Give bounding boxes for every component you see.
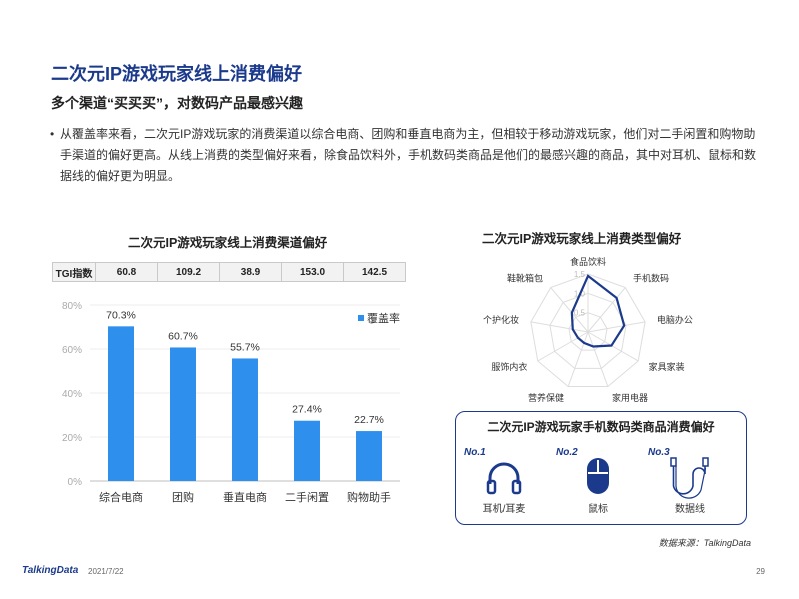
radar-axis-line bbox=[537, 331, 589, 362]
bullet-dot-icon: • bbox=[50, 127, 55, 141]
y-tick-label: 20% bbox=[62, 433, 82, 444]
radar-category-label: 营养保健 bbox=[528, 392, 564, 403]
bar bbox=[356, 431, 382, 481]
data-label: 70.3% bbox=[106, 309, 136, 321]
y-tick-label: 40% bbox=[62, 389, 82, 400]
item-label: 数据线 bbox=[675, 504, 705, 515]
cable-icon bbox=[670, 457, 709, 499]
page-date: 2021/7/22 bbox=[88, 567, 124, 576]
bullet-paragraph: • 从覆盖率来看，二次元IP游戏玩家的消费渠道以综合电商、团购和垂直电商为主，但… bbox=[50, 124, 757, 187]
tgi-cell: 60.8 bbox=[96, 262, 158, 282]
rank-label: No.2 bbox=[556, 447, 578, 458]
bar-chart-title: 二次元IP游戏玩家线上消费渠道偏好 bbox=[128, 236, 328, 250]
radar-category-label: 电脑办公 bbox=[657, 314, 693, 325]
x-tick-label: 团购 bbox=[172, 490, 194, 504]
bar-chart: 0% 20% 40% 60% 80% 70.3% 综合电商 60.7% 团购 55.7% 垂直电商 2… bbox=[62, 301, 400, 504]
data-label: 60.7% bbox=[168, 330, 198, 342]
phone-panel-title: 二次元IP游戏玩家手机数码类商品消费偏好 bbox=[487, 420, 715, 434]
tgi-cell: 38.9 bbox=[220, 262, 282, 282]
data-label: 27.4% bbox=[292, 404, 322, 416]
radar-category-label: 家具家装 bbox=[649, 361, 685, 372]
x-tick-label: 综合电商 bbox=[99, 490, 143, 504]
radar-axis-line bbox=[530, 321, 589, 333]
bar bbox=[232, 358, 258, 481]
radar-category-label: 个护化妆 bbox=[483, 314, 519, 325]
x-tick-label: 购物助手 bbox=[347, 490, 391, 504]
bullet-text: 从覆盖率来看，二次元IP游戏玩家的消费渠道以综合电商、团购和垂直电商为主，但相较… bbox=[60, 127, 757, 183]
phone-digital-panel: 二次元IP游戏玩家手机数码类商品消费偏好 No.1 耳机/耳麦 No.2 鼠标 … bbox=[455, 411, 747, 525]
radar-category-label: 家用电器 bbox=[612, 392, 648, 403]
headphones-icon bbox=[486, 462, 522, 495]
radar-tick-label: 1.5 bbox=[574, 270, 586, 279]
x-tick-label: 垂直电商 bbox=[223, 490, 267, 504]
y-tick-label: 0% bbox=[68, 477, 83, 488]
tgi-cell: 109.2 bbox=[158, 262, 220, 282]
page-number: 29 bbox=[756, 567, 765, 576]
page-subtitle: 多个渠道“买买买”，对数码产品最感兴趣 bbox=[51, 95, 303, 111]
tgi-cell: 142.5 bbox=[344, 262, 406, 282]
radar-category-label: 鞋靴箱包 bbox=[507, 272, 543, 283]
radar-chart: 0.51.01.5食品饮料手机数码电脑办公家具家装家用电器营养保健服饰内衣个护化… bbox=[483, 256, 693, 403]
radar-category-label: 手机数码 bbox=[633, 272, 669, 283]
data-label: 22.7% bbox=[354, 414, 384, 426]
tgi-table: TGI指数 60.8 109.2 38.9 153.0 142.5 bbox=[52, 262, 406, 282]
item-label: 鼠标 bbox=[588, 504, 608, 515]
radar-category-label: 服饰内衣 bbox=[491, 361, 527, 372]
y-tick-label: 80% bbox=[62, 301, 82, 312]
bar bbox=[108, 326, 134, 481]
data-label: 55.7% bbox=[230, 341, 260, 353]
data-source: 数据来源：TalkingData bbox=[658, 538, 751, 548]
brand-logo: TalkingData bbox=[22, 565, 79, 576]
x-tick-label: 二手闲置 bbox=[285, 490, 329, 504]
mouse-icon bbox=[587, 458, 609, 494]
rank-label: No.1 bbox=[464, 447, 486, 458]
legend-label: 覆盖率 bbox=[367, 311, 400, 325]
bar bbox=[294, 420, 320, 481]
y-tick-label: 60% bbox=[62, 345, 82, 356]
tgi-label: TGI指数 bbox=[52, 262, 96, 282]
radar-tick-label: 0.5 bbox=[574, 309, 586, 318]
bar bbox=[170, 347, 196, 481]
item-label: 耳机/耳麦 bbox=[482, 504, 526, 515]
radar-category-label: 食品饮料 bbox=[570, 256, 606, 267]
tgi-cell: 153.0 bbox=[282, 262, 344, 282]
page-title: 二次元IP游戏玩家线上消费偏好 bbox=[51, 64, 303, 84]
legend-swatch bbox=[358, 315, 364, 321]
radar-axis-line bbox=[587, 321, 646, 333]
